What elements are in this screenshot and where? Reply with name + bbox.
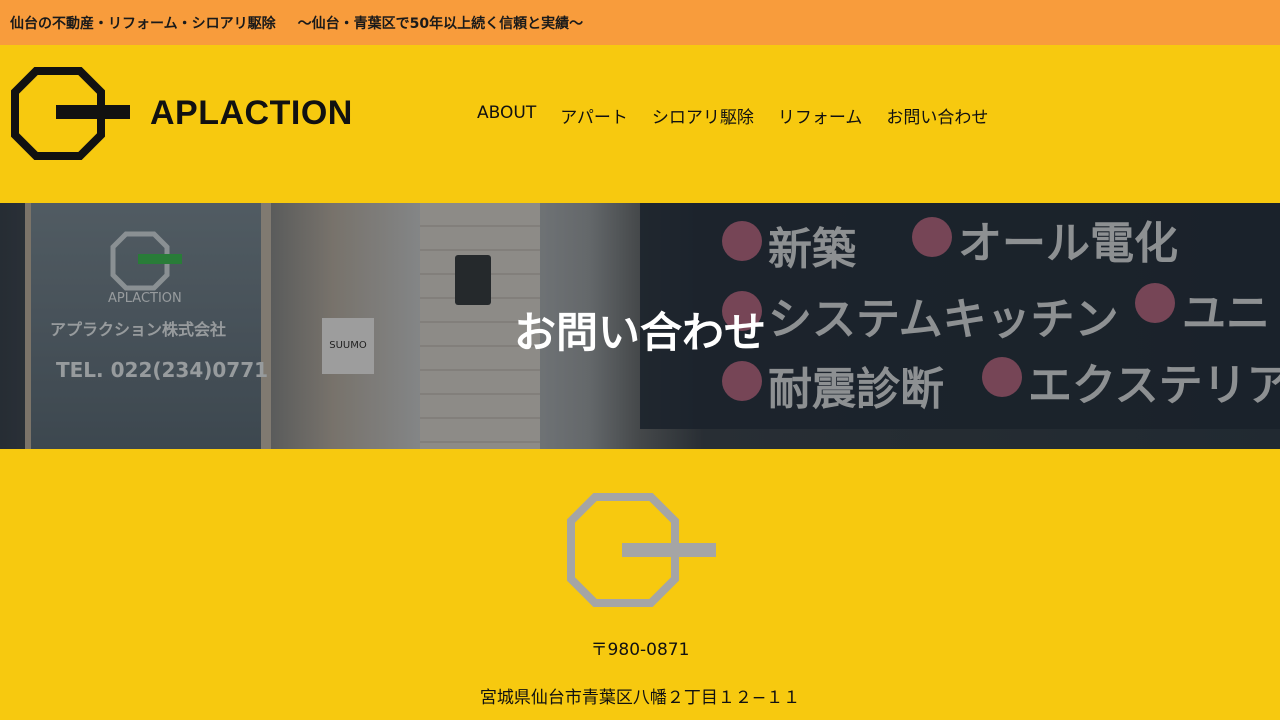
nav-item-contact[interactable]: お問い合わせ	[886, 103, 988, 128]
company-address: 宮城県仙台市青葉区八幡２丁目１２−１１	[479, 688, 801, 708]
company-logo-icon[interactable]	[10, 67, 131, 160]
nav-item-termite[interactable]: シロアリ駆除	[652, 103, 754, 128]
main-nav: ABOUT アパート シロアリ駆除 リフォーム お問い合わせ	[477, 103, 988, 128]
postal-code: 〒980-0871	[590, 640, 690, 660]
site-header: APLACTION ABOUT アパート シロアリ駆除 リフォーム お問い合わせ	[0, 45, 1280, 203]
site-title: 仙台の不動産・リフォーム・シロアリ駆除	[10, 15, 276, 32]
top-announcement-bar: 仙台の不動産・リフォーム・シロアリ駆除 ～仙台・青葉区で50年以上続く信頼と実績…	[0, 0, 1280, 45]
hero-banner: APLACTION アプラクション株式会社 TEL. 022(234)0771 …	[0, 203, 1280, 449]
site-footer: 〒980-0871 宮城県仙台市青葉区八幡２丁目１２−１１	[0, 449, 1280, 720]
footer-logo-icon	[567, 493, 716, 607]
nav-item-apartment[interactable]: アパート	[560, 103, 628, 128]
nav-item-reform[interactable]: リフォーム	[778, 103, 863, 128]
nav-item-about[interactable]: ABOUT	[477, 103, 536, 128]
page-title: お問い合わせ	[513, 308, 766, 357]
site-tagline: ～仙台・青葉区で50年以上続く信頼と実績～	[297, 15, 584, 32]
brand-name[interactable]: APLACTION	[150, 94, 353, 133]
